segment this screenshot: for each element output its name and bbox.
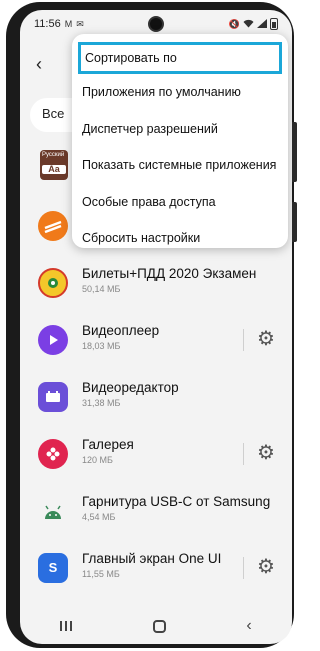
gallery-flower-icon [38,438,68,469]
app-size: 4,54 МБ [82,512,116,522]
app-size: 120 МБ [82,455,113,465]
list-item[interactable]: S Главный экран One UI 11,55 МБ ⚙ [20,539,292,596]
dictionary-icon: Русский Aa [40,150,68,180]
battery-icon [270,18,278,30]
app-size: 50,14 МБ [82,284,121,294]
gear-icon[interactable]: ⚙ [254,441,278,465]
status-time: 11:56 [34,18,61,30]
phone-frame: 11:56 M ✉ 🔇 ‹ Все Русский Aa Билеты+ПДД … [6,2,297,648]
app-name: Видеоредактор [82,380,179,395]
gear-icon[interactable]: ⚙ [254,327,278,351]
wifi-icon [243,19,254,30]
list-item[interactable]: Видеоплеер 18,03 МБ ⚙ [20,311,292,368]
overflow-menu: Сортировать по Приложения по умолчанию Д… [72,34,288,248]
divider [243,443,244,465]
app-name: Галерея [82,437,134,452]
divider [243,329,244,351]
list-item[interactable]: Галерея 120 МБ ⚙ [20,425,292,482]
gear-icon[interactable]: ⚙ [254,555,278,579]
menu-item-default-apps[interactable]: Приложения по умолчанию [72,74,288,111]
recent-apps-button[interactable] [60,621,73,631]
video-editor-icon [38,381,68,412]
navigation-bar: ‹ [20,608,292,644]
signal-icon [257,18,267,30]
one-ui-home-icon: S [38,552,68,583]
list-item[interactable]: Билеты+ПДД 2020 Экзамен 50,14 МБ [20,254,292,311]
front-camera [148,16,164,32]
play-icon [38,324,68,355]
back-nav-button[interactable]: ‹ [246,617,251,635]
app-size: 18,03 МБ [82,341,121,351]
app-name: Видеоплеер [82,323,160,338]
mute-icon: 🔇 [228,18,240,29]
menu-item-sort-by[interactable]: Сортировать по [78,42,282,74]
dictionary-icon-top-text: Русский [42,152,65,158]
mail-icon: ✉ [76,18,84,29]
screen: 11:56 M ✉ 🔇 ‹ Все Русский Aa Билеты+ПДД … [20,10,292,644]
notification-m-icon: M [64,19,73,29]
menu-item-permission-manager[interactable]: Диспетчер разрешений [72,111,288,148]
app-name: Главный экран One UI [82,551,222,566]
app-size: 11,55 МБ [82,569,120,579]
road-icon [38,210,68,241]
app-size: 31,38 МБ [82,398,121,408]
menu-item-show-system-apps[interactable]: Показать системные приложения [72,147,288,184]
menu-item-special-access[interactable]: Особые права доступа [72,184,288,221]
android-icon [38,496,68,526]
dictionary-icon-bottom-text: Aa [42,164,66,175]
divider [243,557,244,579]
app-name: Билеты+ПДД 2020 Экзамен [82,266,257,281]
list-item[interactable]: Гарнитура USB-C от Samsung 4,54 МБ [20,482,292,539]
back-button[interactable]: ‹ [36,54,42,75]
home-button[interactable] [152,619,166,633]
app-name: Гарнитура USB-C от Samsung [82,494,271,509]
menu-item-reset-settings[interactable]: Сбросить настройки [72,220,288,257]
traffic-police-icon [38,267,68,298]
list-item[interactable]: Видеоредактор 31,38 МБ [20,368,292,425]
